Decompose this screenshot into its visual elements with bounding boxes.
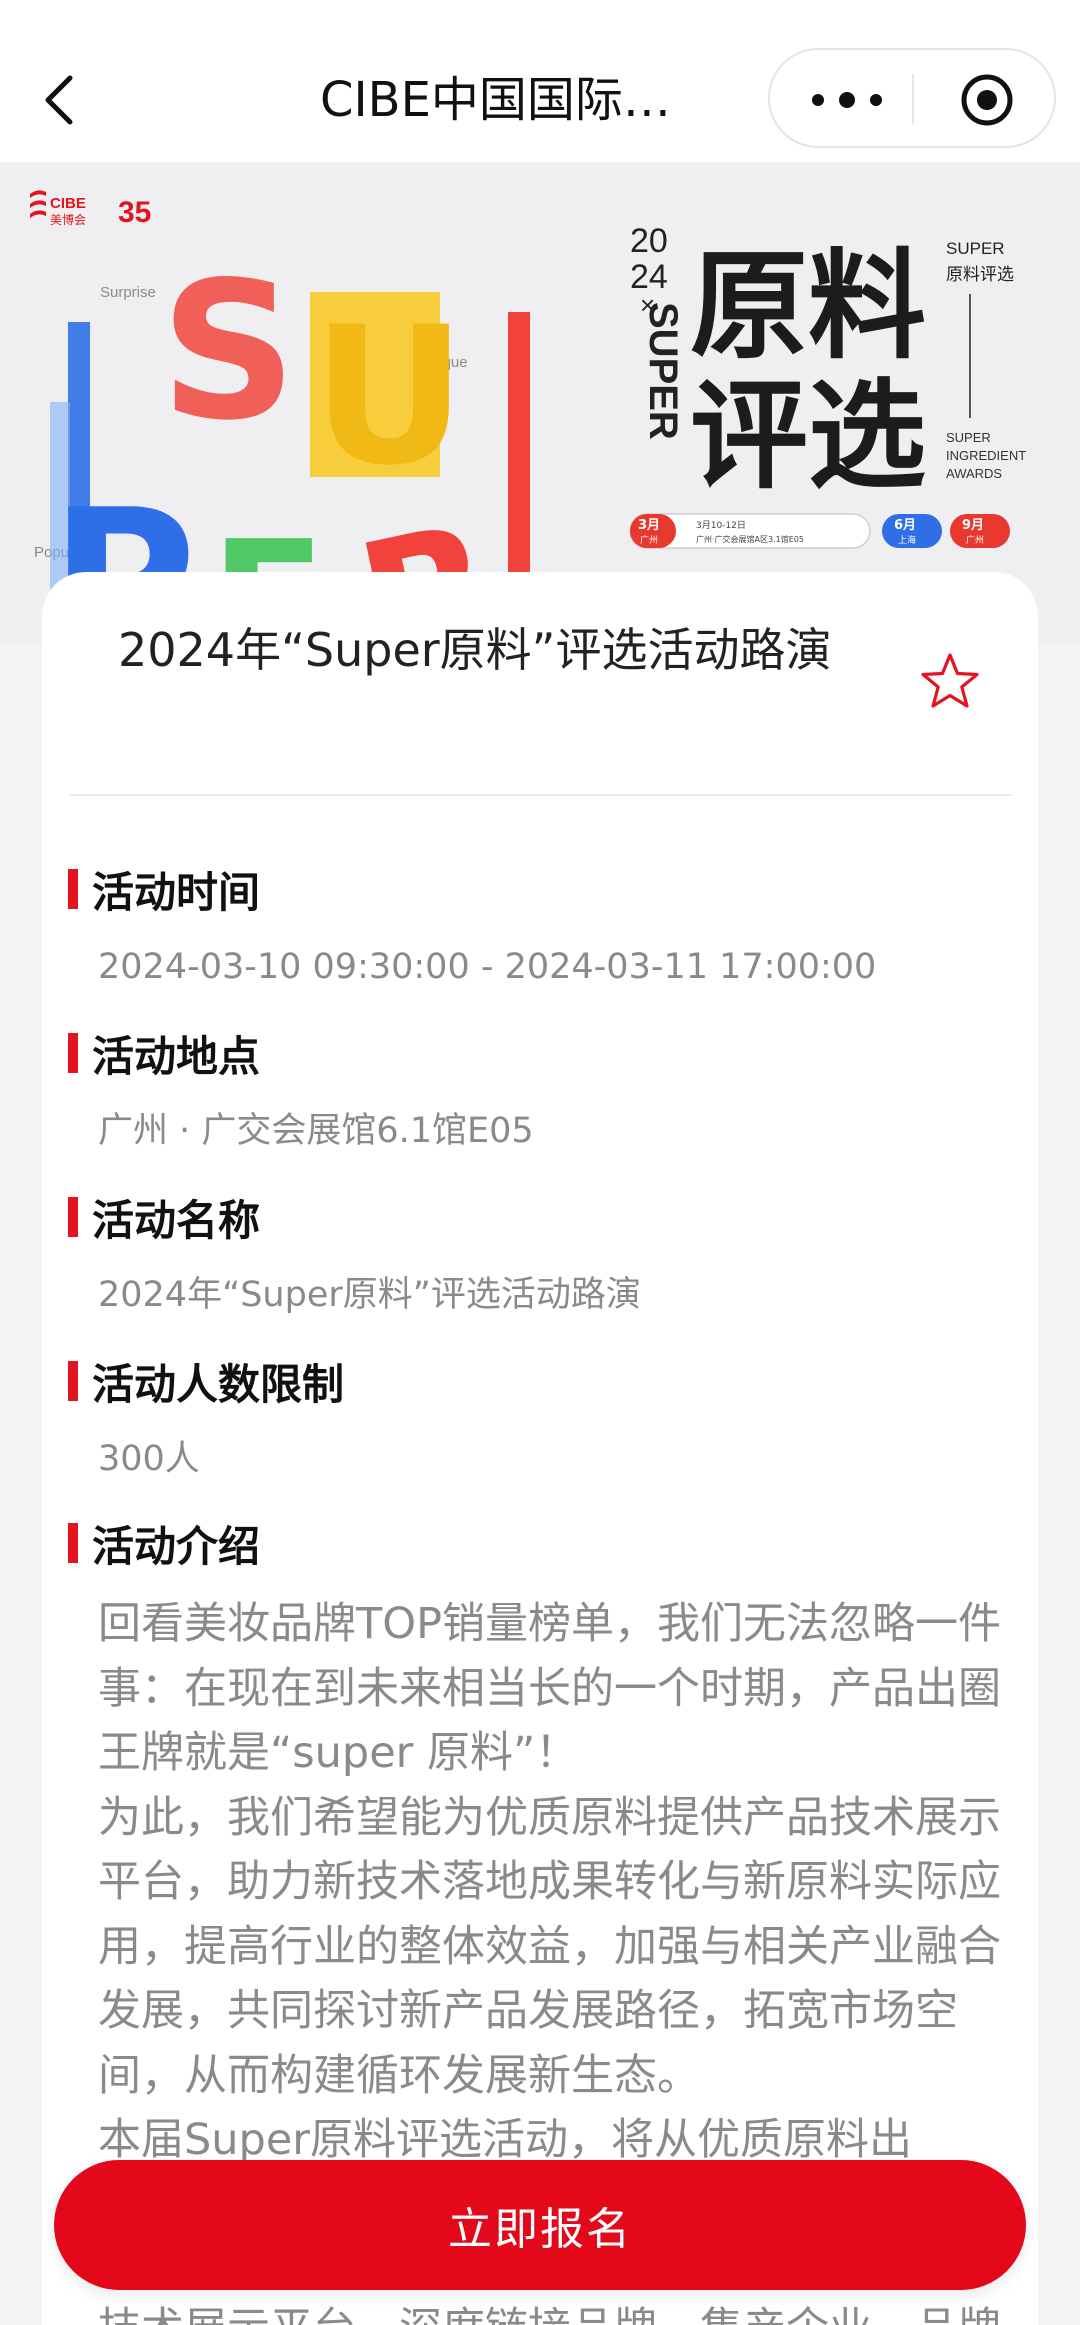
svg-text:AWARDS: AWARDS xyxy=(946,466,1002,481)
event-detail-card: 2024年“Super原料”评选活动路演 活动时间 2024-03-10 09:… xyxy=(42,572,1038,2325)
svg-text:35: 35 xyxy=(118,196,151,229)
event-location-value: 广州 · 广交会展馆6.1馆E05 xyxy=(98,1111,534,1151)
event-name-value: 2024年“Super原料”评选活动路演 xyxy=(98,1275,641,1315)
mini-program-capsule xyxy=(768,48,1056,148)
svg-text:INGREDIENT: INGREDIENT xyxy=(946,448,1026,463)
letter-u: U xyxy=(312,286,466,507)
section-intro-header: 活动介绍 xyxy=(68,1518,260,1571)
svg-text:广州: 广州 xyxy=(640,534,658,546)
awards-title-art: 20 24 × SUPER 原料 评选 SUPER 原料评选 SUPER ING… xyxy=(630,222,1026,549)
section-name-header: 活动名称 xyxy=(68,1192,260,1245)
svg-text:原料评选: 原料评选 xyxy=(946,265,1014,285)
top-nav-bar: CIBE中国国际… xyxy=(0,0,1080,162)
event-title: 2024年“Super原料”评选活动路演 xyxy=(118,623,832,677)
svg-text:SUPER: SUPER xyxy=(946,239,1005,258)
event-banner: CIBE 美博会 35 Surprise Unique Popular S U … xyxy=(0,162,1080,642)
svg-text:美博会: 美博会 xyxy=(50,212,86,227)
svg-text:3月: 3月 xyxy=(638,518,660,533)
svg-text:6月: 6月 xyxy=(894,518,916,533)
svg-text:SUPER: SUPER xyxy=(641,302,685,440)
target-icon[interactable] xyxy=(960,73,1014,127)
svg-text:上海: 上海 xyxy=(898,534,916,546)
intro-continued-text: 技术展示平台、深度链接品牌、集产企业、品牌 xyxy=(98,2294,1001,2325)
section-location-header: 活动地点 xyxy=(68,1028,260,1081)
more-button[interactable] xyxy=(812,82,882,118)
svg-text:20: 20 xyxy=(630,222,668,260)
svg-text:广州·广交会展馆A区3.1馆E05: 广州·广交会展馆A区3.1馆E05 xyxy=(696,534,804,544)
svg-text:3月10-12日: 3月10-12日 xyxy=(696,520,746,531)
svg-text:评选: 评选 xyxy=(690,367,926,505)
section-time-header: 活动时间 xyxy=(68,864,260,917)
svg-text:CIBE: CIBE xyxy=(50,195,86,212)
star-outline-icon[interactable] xyxy=(918,650,982,714)
event-intro-text: 回看美妆品牌TOP销量榜单，我们无法忽略一件事：在现在到未来相当长的一个时期，产… xyxy=(98,1599,1002,2165)
svg-text:9月: 9月 xyxy=(962,518,984,533)
svg-text:广州: 广州 xyxy=(966,534,984,546)
cibe-logo: CIBE 美博会 35 xyxy=(30,190,151,229)
letter-s: S xyxy=(160,252,297,462)
divider xyxy=(70,794,1012,796)
section-capacity-header: 活动人数限制 xyxy=(68,1356,344,1409)
event-capacity-value: 300人 xyxy=(98,1439,200,1479)
more-dots-icon xyxy=(812,94,824,106)
svg-text:SUPER: SUPER xyxy=(946,430,991,445)
event-time-value: 2024-03-10 09:30:00 - 2024-03-11 17:00:0… xyxy=(98,947,877,987)
register-now-button[interactable]: 立即报名 xyxy=(54,2160,1026,2290)
svg-text:原料: 原料 xyxy=(690,237,926,375)
